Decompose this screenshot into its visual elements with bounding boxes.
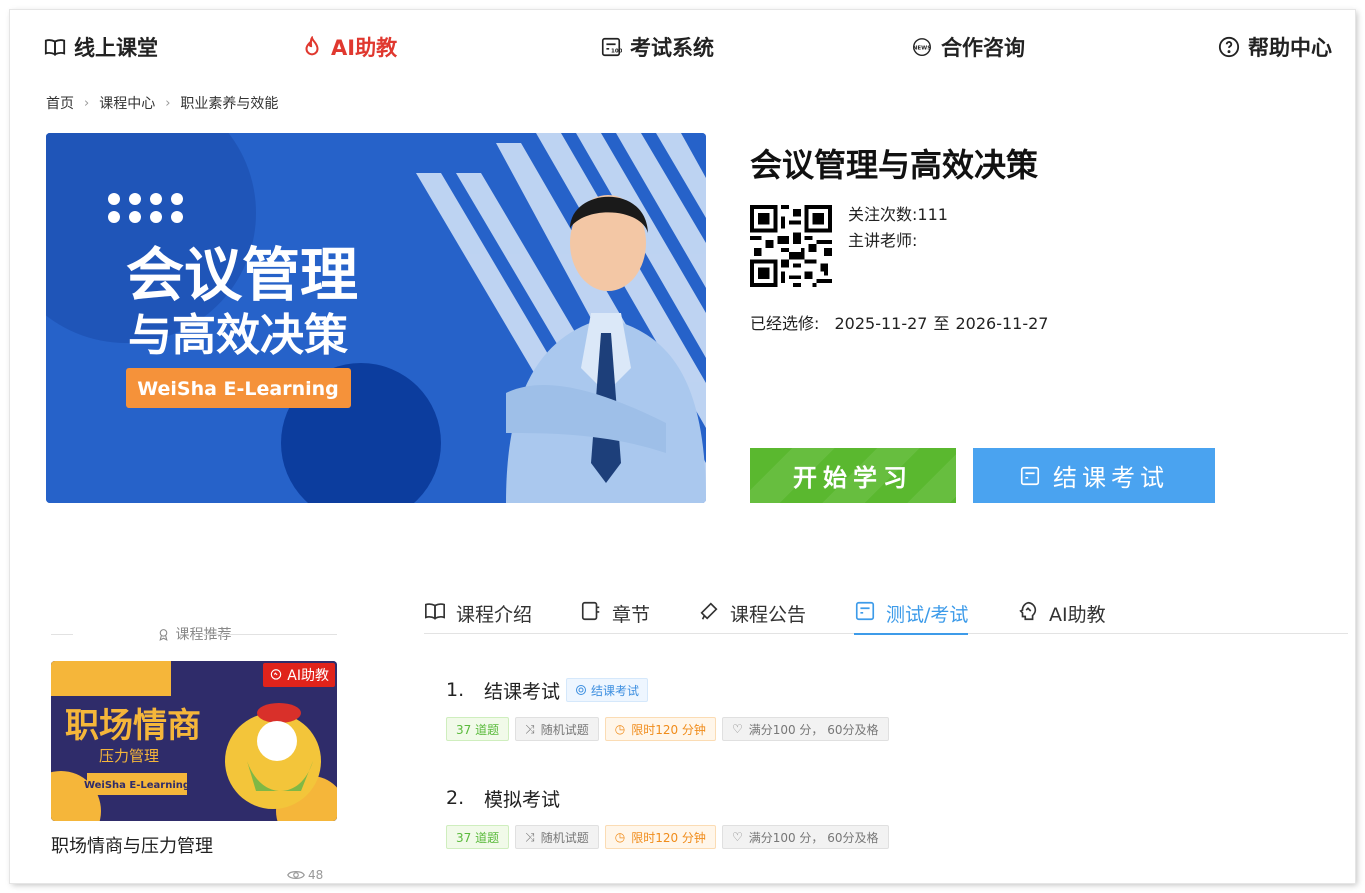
- qr-code: [750, 205, 832, 287]
- svg-text:会议管理: 会议管理: [126, 241, 358, 309]
- exam-item: 2. 模拟考试 37 道题 ⤨ 随机试题 ◷ 限时120 分钟 ♡ 满分100 分， …: [446, 783, 889, 849]
- nav-label: 考试系统: [630, 36, 714, 60]
- random-questions-tag: ⤨ 随机试题: [515, 825, 599, 849]
- nav-label: AI助教: [331, 36, 398, 60]
- tab-chapters[interactable]: 章节: [580, 594, 650, 634]
- top-nav: 线上课堂 AI助教 100 考试系统 NEWS 合作咨询 帮助中心: [10, 30, 1355, 64]
- follow-count-row: 关注次数:111: [848, 202, 948, 228]
- chevron-right-icon: ›: [84, 95, 90, 111]
- recommend-header-label: 课程推荐: [175, 627, 232, 643]
- recommend-course-title[interactable]: 职场情商与压力管理: [51, 832, 213, 858]
- breadcrumb-category[interactable]: 职业素养与效能: [180, 93, 278, 113]
- shuffle-icon: ⤨: [525, 829, 535, 844]
- svg-text:与高效决策: 与高效决策: [128, 310, 348, 361]
- exam-icon: [1020, 466, 1040, 485]
- heart-icon: ♡: [731, 830, 743, 844]
- clock-icon: ◷: [614, 722, 626, 736]
- final-exam-button[interactable]: 结课考试: [973, 448, 1215, 503]
- score-tag: ♡ 满分100 分， 60分及格: [721, 717, 889, 741]
- ai-icon: [271, 669, 282, 680]
- page-frame: 线上课堂 AI助教 100 考试系统 NEWS 合作咨询 帮助中心 首页 › 课…: [10, 10, 1355, 883]
- megaphone-icon: [700, 602, 718, 620]
- view-count: 48: [287, 868, 323, 882]
- nav-item-help-center[interactable]: 帮助中心: [1218, 30, 1332, 64]
- tab-tests-exams[interactable]: 测试/考试: [854, 594, 969, 635]
- course-meta: 关注次数:111 主讲老师:: [848, 202, 948, 254]
- chevron-right-icon: ›: [165, 95, 171, 111]
- news-icon: NEWS: [913, 38, 931, 56]
- final-exam-label: 结课考试: [1053, 464, 1169, 492]
- medal-icon: [158, 628, 168, 641]
- exam-type-badge: 结课考试: [566, 678, 649, 702]
- tab-announcements[interactable]: 课程公告: [698, 594, 806, 634]
- nav-item-ai-assistant[interactable]: AI助教: [301, 30, 397, 64]
- clock-icon: ◷: [614, 830, 626, 844]
- exam-title[interactable]: 模拟考试: [484, 785, 560, 812]
- book-icon: [44, 39, 66, 56]
- exam-icon: [855, 601, 875, 621]
- question-count-tag: 37 道题: [446, 825, 510, 849]
- svg-text:职场情商: 职场情商: [65, 706, 201, 746]
- breadcrumb: 首页 › 课程中心 › 职业素养与效能: [46, 93, 278, 113]
- recommend-course-cover[interactable]: 职场情商 压力管理 WeiSha E-Learning AI助教: [51, 661, 337, 821]
- course-tabs: 课程介绍 章节 课程公告 测试/考试 AI助教: [424, 594, 1348, 635]
- selected-to: 至: [933, 314, 950, 333]
- follow-label: 关注次数:: [848, 205, 918, 224]
- chapter-icon: [581, 601, 600, 621]
- exam-item: 1. 结课考试 结课考试 37 道题 ⤨ 随机试题 ◷ 限时120 分钟 ♡ 满分10…: [446, 675, 889, 741]
- tab-course-intro[interactable]: 课程介绍: [424, 594, 532, 634]
- random-questions-tag: ⤨ 随机试题: [515, 717, 599, 741]
- breadcrumb-home[interactable]: 首页: [46, 93, 74, 113]
- svg-text:NEWS: NEWS: [913, 45, 931, 51]
- ai-icon: [1019, 601, 1037, 621]
- exam-tags: 37 道题 ⤨ 随机试题 ◷ 限时120 分钟 ♡ 满分100 分， 60分及格: [446, 825, 889, 849]
- svg-text:WeiSha E-Learning: WeiSha E-Learning: [84, 780, 190, 791]
- start-learning-button[interactable]: 开始学习: [750, 448, 956, 503]
- teacher-label: 主讲老师:: [848, 231, 918, 250]
- svg-text:压力管理: 压力管理: [99, 747, 159, 765]
- nav-item-exam-system[interactable]: 100 考试系统: [600, 30, 714, 64]
- nav-label: 帮助中心: [1248, 36, 1332, 60]
- recommend-header: 课程推荐: [51, 624, 337, 644]
- svg-text:100: 100: [611, 49, 622, 55]
- tab-ai-assistant[interactable]: AI助教: [1017, 594, 1106, 634]
- help-icon: [1218, 36, 1240, 58]
- follow-count: 111: [917, 205, 948, 224]
- book-icon: [425, 603, 445, 620]
- start-learning-label: 开始学习: [793, 464, 913, 492]
- selected-label: 已经选修:: [750, 314, 820, 333]
- flame-icon: [305, 36, 319, 56]
- time-limit-tag: ◷ 限时120 分钟: [604, 825, 716, 849]
- question-count-tag: 37 道题: [446, 717, 510, 741]
- exam-number: 1.: [446, 679, 465, 701]
- ai-assistant-badge: AI助教: [263, 663, 335, 687]
- exam-number: 2.: [446, 787, 465, 809]
- breadcrumb-course-center[interactable]: 课程中心: [99, 93, 155, 113]
- course-cover-art: 会议管理 与高效决策 WeiSha E-Learning: [46, 133, 706, 503]
- selected-end: 2026-11-27: [955, 314, 1049, 333]
- nav-label: 合作咨询: [941, 36, 1025, 60]
- score-tag: ♡ 满分100 分， 60分及格: [721, 825, 889, 849]
- exam-icon: 100: [601, 37, 622, 57]
- nav-item-online-class[interactable]: 线上课堂: [44, 30, 158, 64]
- selected-start: 2025-11-27: [834, 314, 928, 333]
- course-title: 会议管理与高效决策: [750, 146, 1039, 184]
- teacher-row: 主讲老师:: [848, 228, 948, 254]
- exam-tags: 37 道题 ⤨ 随机试题 ◷ 限时120 分钟 ♡ 满分100 分， 60分及格: [446, 717, 889, 741]
- heart-icon: ♡: [731, 722, 743, 736]
- svg-text:WeiSha E-Learning: WeiSha E-Learning: [137, 378, 339, 400]
- selected-period: 已经选修: 2025-11-27 至 2026-11-27: [750, 310, 1058, 334]
- exam-title[interactable]: 结课考试: [484, 677, 560, 704]
- shuffle-icon: ⤨: [525, 721, 535, 736]
- time-limit-tag: ◷ 限时120 分钟: [604, 717, 716, 741]
- nav-item-cooperation[interactable]: NEWS 合作咨询: [911, 30, 1025, 64]
- course-cover: 会议管理 与高效决策 WeiSha E-Learning: [46, 133, 706, 503]
- target-icon: [576, 685, 587, 695]
- nav-label: 线上课堂: [74, 36, 158, 60]
- eye-icon: [287, 871, 305, 879]
